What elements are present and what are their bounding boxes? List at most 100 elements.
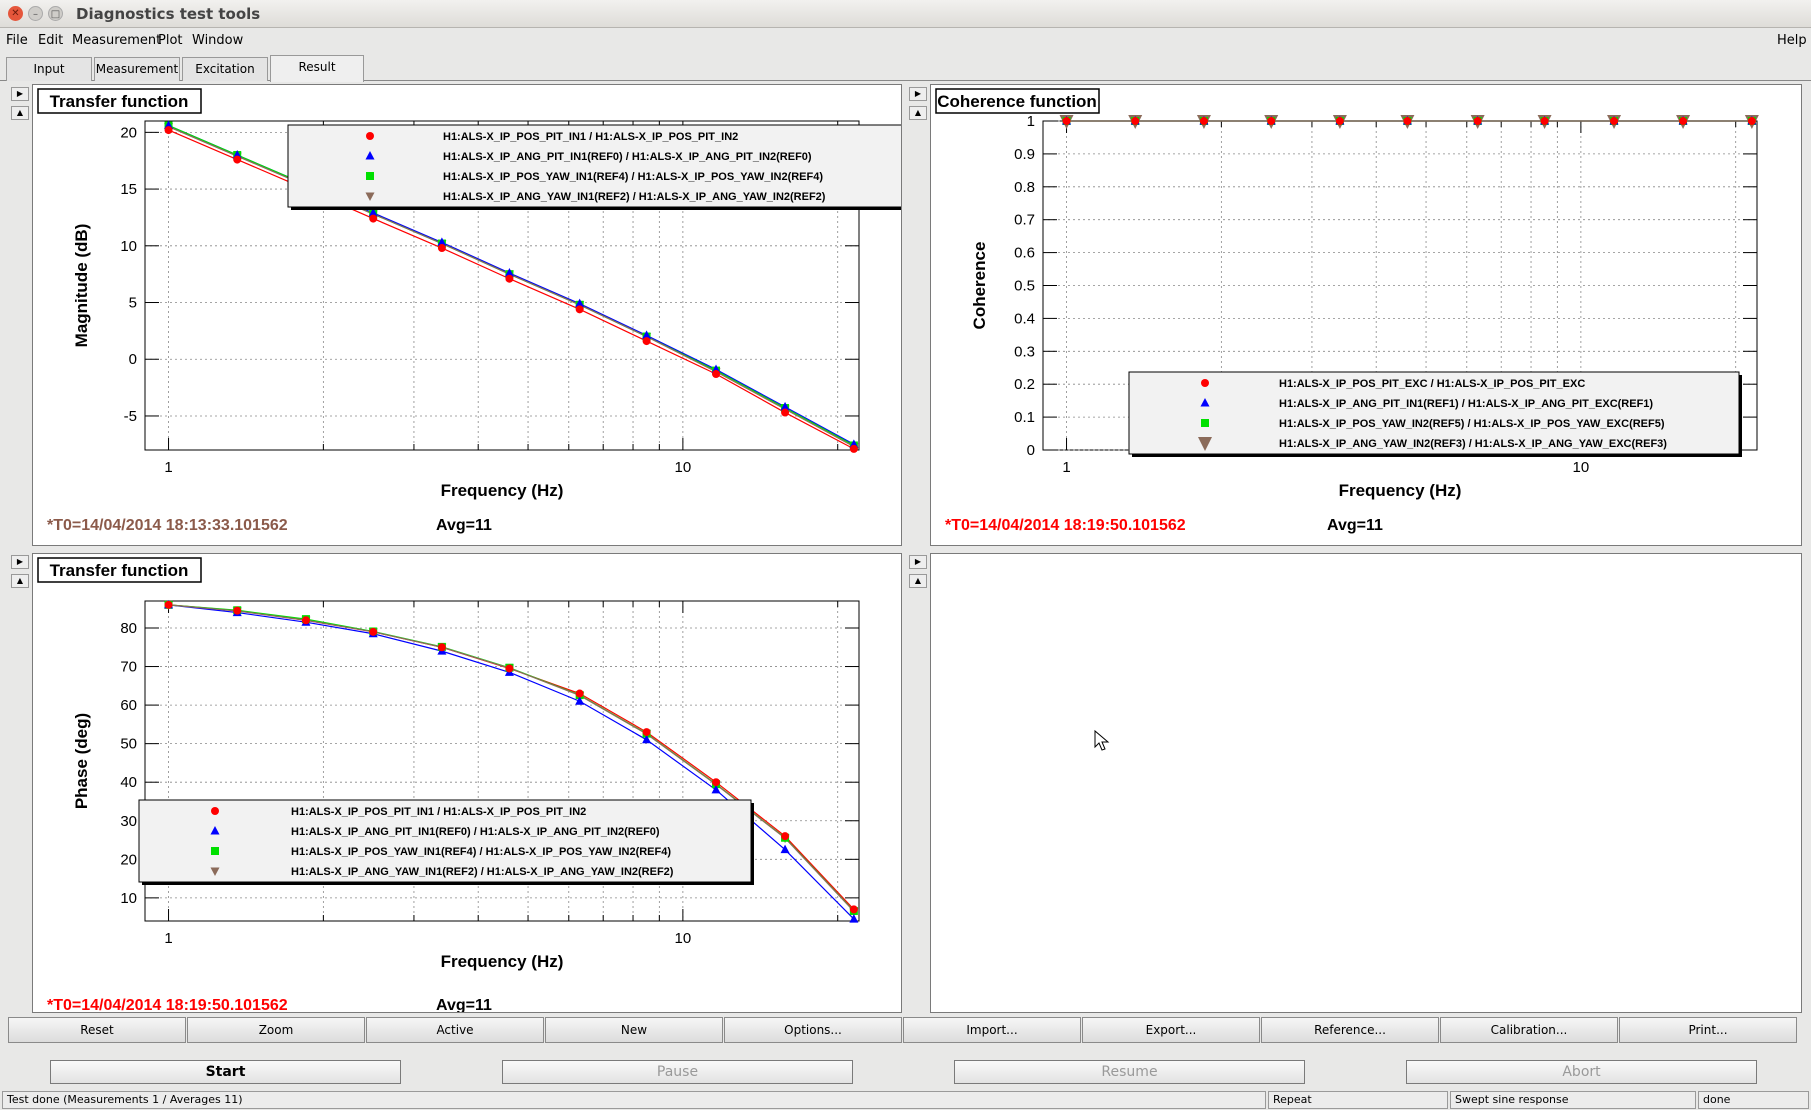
legend-marker <box>1201 419 1209 427</box>
chart-title: Transfer function <box>50 561 189 580</box>
phase-chart: Transfer function 1 10 10 20 30 40 50 60 70 80 Freq… <box>37 557 860 1013</box>
arrow-right-icon[interactable]: ▶ <box>11 87 29 101</box>
data-point <box>233 606 242 615</box>
y-tick-label: 15 <box>120 181 137 198</box>
x-tick-label: 10 <box>675 459 692 476</box>
menu-help[interactable]: Help <box>1777 33 1807 48</box>
abort-button[interactable]: Abort <box>1406 1060 1757 1084</box>
empty-plot-pad[interactable] <box>930 553 1802 1013</box>
menu-window[interactable]: Window <box>192 33 243 48</box>
data-point <box>642 337 651 346</box>
data-point <box>437 244 446 253</box>
legend-label: H1:ALS-X_IP_POS_YAW_IN2(REF5) / H1:ALS-X… <box>1279 418 1665 430</box>
tab-input[interactable]: Input <box>6 57 92 81</box>
export-button[interactable]: Export... <box>1082 1017 1260 1043</box>
magnitude-plot-pad[interactable]: Transfer function 1 10 -5 0 5 10 15 20 Frequency … <box>32 84 902 546</box>
x-tick-label: 1 <box>164 930 172 947</box>
x-tick-label: 1 <box>1062 459 1070 476</box>
menu-file[interactable]: File <box>6 33 28 48</box>
pause-button[interactable]: Pause <box>502 1060 853 1084</box>
y-tick-label: 60 <box>120 697 137 714</box>
new-button[interactable]: New <box>545 1017 723 1043</box>
mouse-pointer-icon <box>1094 729 1110 751</box>
close-icon[interactable]: ✕ <box>8 6 23 21</box>
window-title: Diagnostics test tools <box>76 5 261 23</box>
legend-label: H1:ALS-X_IP_POS_YAW_IN1(REF4) / H1:ALS-X… <box>291 846 671 858</box>
zoom-button[interactable]: Zoom <box>187 1017 365 1043</box>
data-point <box>849 905 858 914</box>
avg-count: Avg=11 <box>436 517 492 534</box>
y-axis-label: Coherence <box>970 242 989 330</box>
title-bar: ✕ – □ Diagnostics test tools <box>0 0 1811 28</box>
data-point <box>1610 117 1619 125</box>
arrow-right-icon[interactable]: ▶ <box>909 87 927 101</box>
y-tick-label: 0.4 <box>1014 310 1035 327</box>
arrow-up-icon[interactable]: ▲ <box>11 574 29 588</box>
plot-button-row: Reset Zoom Active New Options... Import.… <box>8 1017 1800 1043</box>
active-button[interactable]: Active <box>366 1017 544 1043</box>
y-tick-label: 1 <box>1027 113 1035 130</box>
data-point <box>1540 117 1549 125</box>
legend-label: H1:ALS-X_IP_ANG_PIT_IN1(REF1) / H1:ALS-X… <box>1279 398 1653 410</box>
calibration-button[interactable]: Calibration... <box>1440 1017 1618 1043</box>
data-point <box>164 600 173 609</box>
y-tick-label: 50 <box>120 736 137 753</box>
data-point <box>712 369 721 378</box>
reference-button[interactable]: Reference... <box>1261 1017 1439 1043</box>
y-tick-label: 0.9 <box>1014 146 1035 163</box>
y-tick-label: 0.5 <box>1014 278 1035 295</box>
x-tick-label: 10 <box>675 930 692 947</box>
start-button[interactable]: Start <box>50 1060 401 1084</box>
menu-edit[interactable]: Edit <box>38 33 63 48</box>
menu-plot[interactable]: Plot <box>158 33 183 48</box>
legend-label: H1:ALS-X_IP_ANG_YAW_IN1(REF2) / H1:ALS-X… <box>443 191 826 203</box>
data-point <box>1679 117 1688 125</box>
data-point <box>233 155 242 164</box>
resume-button[interactable]: Resume <box>954 1060 1305 1084</box>
legend-marker <box>366 172 374 180</box>
legend-label: H1:ALS-X_IP_POS_PIT_IN1 / H1:ALS-X_IP_PO… <box>443 131 738 143</box>
tab-excitation[interactable]: Excitation <box>182 57 268 81</box>
data-point <box>575 689 584 698</box>
coherence-plot-pad[interactable]: Coherence function 1 10 0 0.1 0.2 0.3 0.4 0.5 0.6… <box>930 84 1802 546</box>
data-point <box>1267 117 1276 125</box>
arrow-right-icon[interactable]: ▶ <box>11 555 29 569</box>
menu-measurement[interactable]: Measurement <box>72 33 161 48</box>
legend-marker <box>1201 379 1209 387</box>
y-tick-label: 0.1 <box>1014 409 1035 426</box>
legend-label: H1:ALS-X_IP_ANG_YAW_IN1(REF2) / H1:ALS-X… <box>291 866 674 878</box>
data-point <box>1335 117 1344 125</box>
arrow-up-icon[interactable]: ▲ <box>909 574 927 588</box>
x-tick-label: 1 <box>164 459 172 476</box>
y-tick-label: 0.7 <box>1014 212 1035 229</box>
minimize-icon[interactable]: – <box>28 6 43 21</box>
data-point <box>781 832 790 841</box>
y-tick-label: 0.2 <box>1014 376 1035 393</box>
import-button[interactable]: Import... <box>903 1017 1081 1043</box>
status-mode: Repeat <box>1268 1091 1448 1109</box>
options-button[interactable]: Options... <box>724 1017 902 1043</box>
avg-count: Avg=11 <box>1327 517 1383 534</box>
tab-result[interactable]: Result <box>270 55 364 82</box>
arrow-up-icon[interactable]: ▲ <box>11 106 29 120</box>
data-point <box>1062 117 1071 125</box>
arrow-up-icon[interactable]: ▲ <box>909 106 927 120</box>
phase-plot-pad[interactable]: Transfer function 1 10 10 20 30 40 50 60 70 80 Freq… <box>32 553 902 1013</box>
x-tick-label: 10 <box>1573 459 1590 476</box>
y-tick-label: 0 <box>129 351 137 368</box>
print-button[interactable]: Print... <box>1619 1017 1797 1043</box>
maximize-icon[interactable]: □ <box>48 6 63 21</box>
arrow-right-icon[interactable]: ▶ <box>909 555 927 569</box>
y-tick-label: -5 <box>124 408 137 425</box>
legend-label: H1:ALS-X_IP_ANG_PIT_IN1(REF0) / H1:ALS-X… <box>291 826 660 838</box>
legend-label: H1:ALS-X_IP_ANG_YAW_IN2(REF3) / H1:ALS-X… <box>1279 438 1667 450</box>
x-axis-label: Frequency (Hz) <box>441 481 564 500</box>
y-tick-label: 20 <box>120 124 137 141</box>
tab-measurement[interactable]: Measurement <box>94 57 180 81</box>
legend-marker <box>211 807 219 815</box>
status-state: done <box>1698 1091 1809 1109</box>
avg-count: Avg=11 <box>436 997 492 1013</box>
reset-button[interactable]: Reset <box>8 1017 186 1043</box>
t0-timestamp: *T0=14/04/2014 18:13:33.101562 <box>47 517 288 534</box>
data-point <box>1747 117 1756 125</box>
